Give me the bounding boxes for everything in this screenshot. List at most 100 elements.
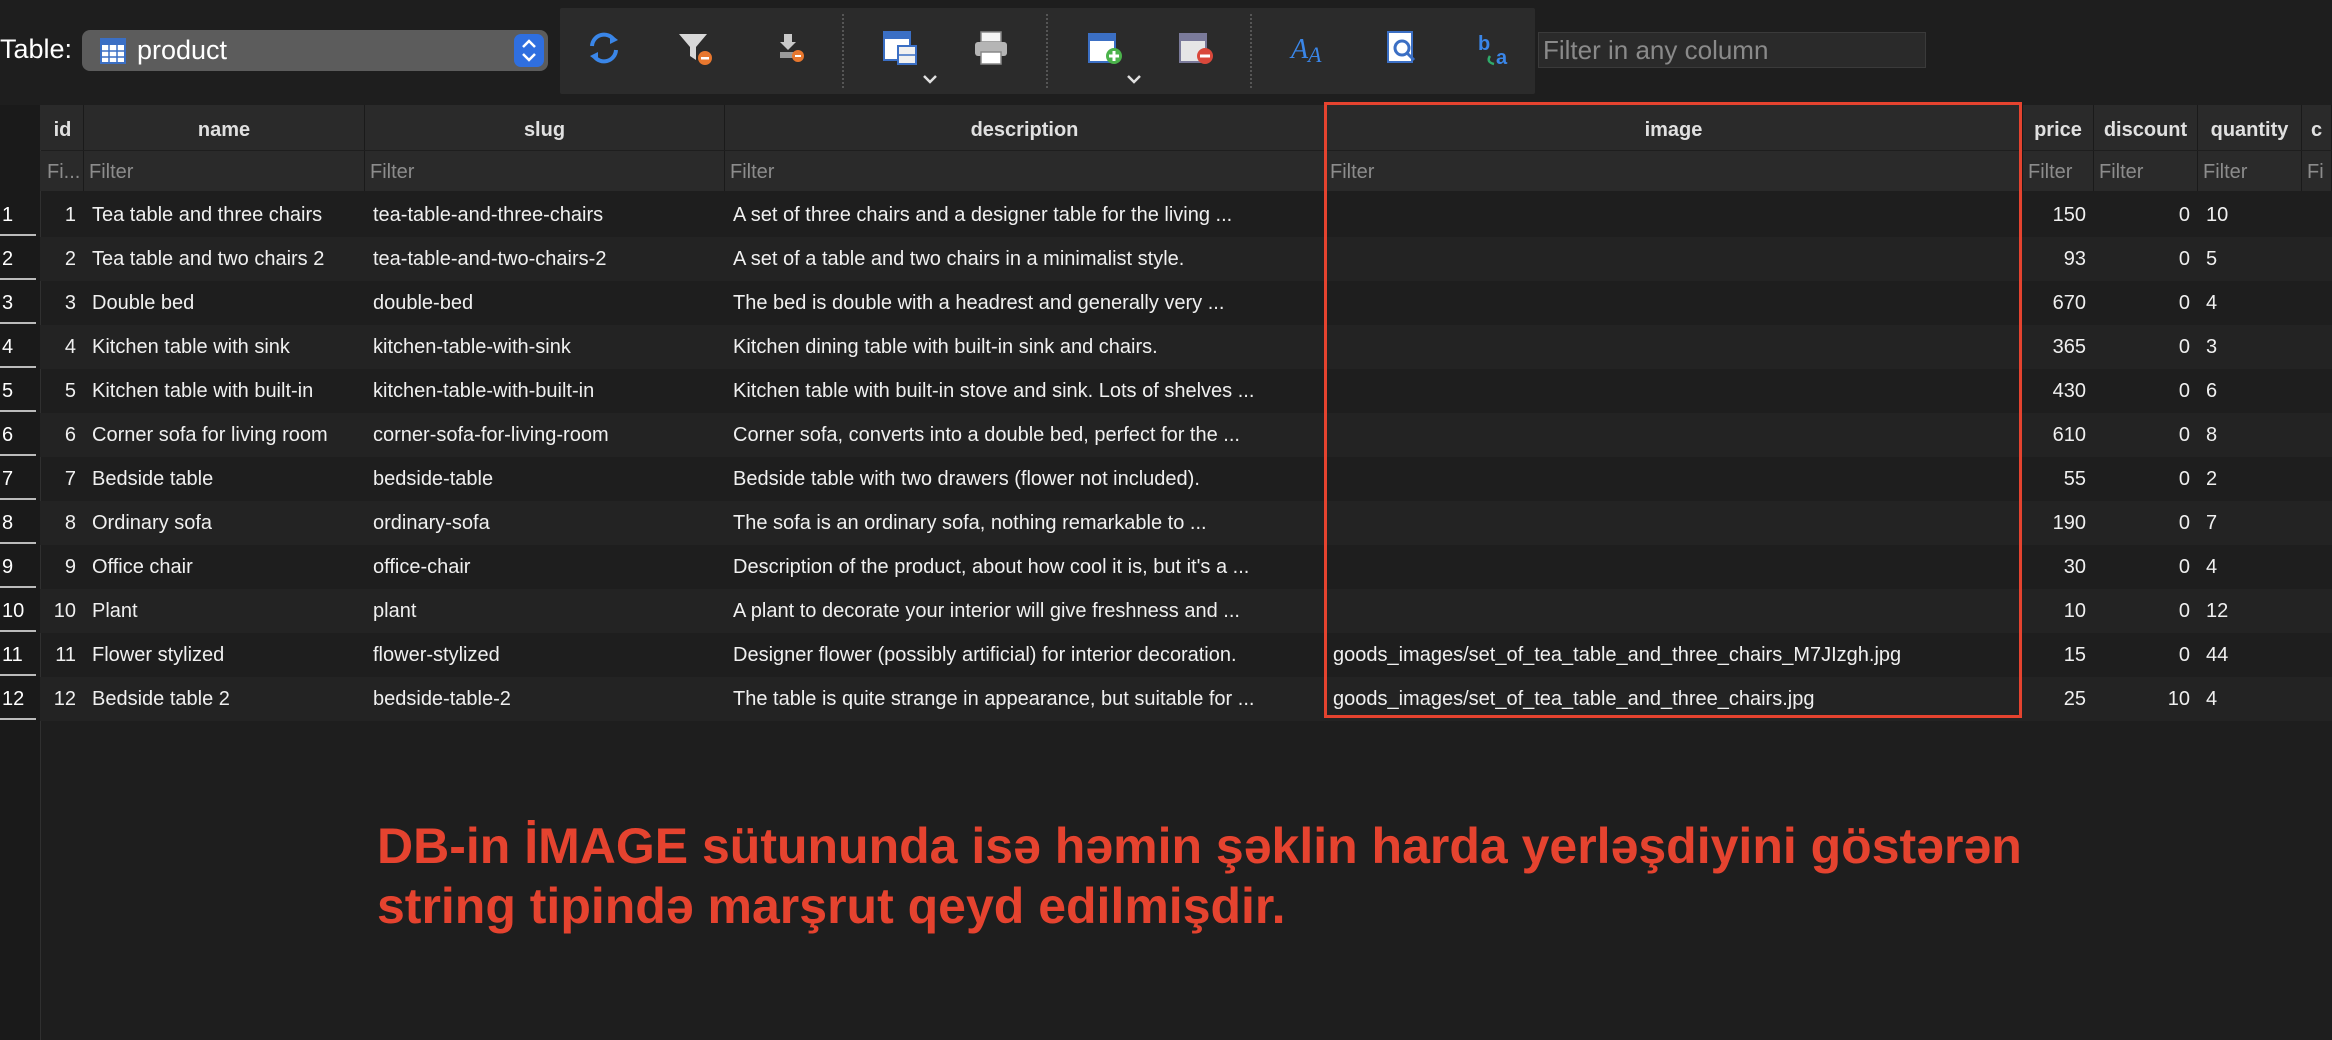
cell-price[interactable]: 610: [2023, 413, 2094, 457]
cell-discount[interactable]: 10: [2094, 677, 2198, 721]
row-number[interactable]: 10: [0, 589, 36, 632]
cell-slug[interactable]: tea-table-and-two-chairs-2: [365, 237, 725, 281]
cell-slug[interactable]: tea-table-and-three-chairs: [365, 193, 725, 237]
cell-image[interactable]: [1325, 589, 2023, 633]
replace-icon[interactable]: ba: [1476, 28, 1516, 69]
row-number[interactable]: 3: [0, 281, 36, 324]
cell-description[interactable]: The table is quite strange in appearance…: [725, 677, 1325, 721]
font-icon[interactable]: AA: [1288, 28, 1328, 68]
column-header-quantity[interactable]: quantity: [2198, 105, 2302, 150]
cell-price[interactable]: 30: [2023, 545, 2094, 589]
clear-filters-icon[interactable]: [675, 28, 715, 68]
cell-name[interactable]: Tea table and two chairs 2: [84, 237, 365, 281]
row-number[interactable]: 9: [0, 545, 36, 588]
cell-price[interactable]: 150: [2023, 193, 2094, 237]
cell-id[interactable]: 9: [42, 545, 84, 589]
cell-discount[interactable]: 0: [2094, 589, 2198, 633]
cell-name[interactable]: Corner sofa for living room: [84, 413, 365, 457]
cell-id[interactable]: 7: [42, 457, 84, 501]
cell-name[interactable]: Bedside table 2: [84, 677, 365, 721]
find-icon[interactable]: [1382, 28, 1422, 68]
delete-filter-icon[interactable]: [770, 28, 810, 68]
cell-discount[interactable]: 0: [2094, 193, 2198, 237]
row-number[interactable]: 7: [0, 457, 36, 500]
cell-slug[interactable]: bedside-table: [365, 457, 725, 501]
cell-description[interactable]: Kitchen table with built-in stove and si…: [725, 369, 1325, 413]
cell-image[interactable]: [1325, 413, 2023, 457]
row-number[interactable]: 11: [0, 633, 36, 676]
print-icon[interactable]: [971, 28, 1011, 68]
row-number[interactable]: 5: [0, 369, 36, 412]
column-header-image[interactable]: image: [1325, 105, 2023, 150]
cell-image[interactable]: [1325, 457, 2023, 501]
cell-slug[interactable]: kitchen-table-with-sink: [365, 325, 725, 369]
filter-input-next[interactable]: Fi: [2302, 151, 2332, 191]
cell-quantity[interactable]: 6: [2198, 369, 2302, 413]
cell-image[interactable]: [1325, 193, 2023, 237]
cell-price[interactable]: 190: [2023, 501, 2094, 545]
row-number[interactable]: 8: [0, 501, 36, 544]
column-header-name[interactable]: name: [84, 105, 365, 150]
cell-quantity[interactable]: 8: [2198, 413, 2302, 457]
cell-price[interactable]: 25: [2023, 677, 2094, 721]
row-number[interactable]: 4: [0, 325, 36, 368]
filter-input-id[interactable]: Fi...: [42, 151, 84, 191]
cell-description[interactable]: A set of three chairs and a designer tab…: [725, 193, 1325, 237]
table-row[interactable]: 12 Bedside table 2 bedside-table-2 The tabl…: [40, 677, 2332, 721]
cell-quantity[interactable]: 12: [2198, 589, 2302, 633]
cell-price[interactable]: 430: [2023, 369, 2094, 413]
filter-input-image[interactable]: Filter: [1325, 151, 2023, 191]
cell-price[interactable]: 15: [2023, 633, 2094, 677]
cell-image[interactable]: [1325, 281, 2023, 325]
table-select[interactable]: product: [82, 30, 548, 71]
column-header-next[interactable]: c: [2302, 105, 2332, 150]
cell-quantity[interactable]: 4: [2198, 545, 2302, 589]
cell-quantity[interactable]: 3: [2198, 325, 2302, 369]
cell-quantity[interactable]: 7: [2198, 501, 2302, 545]
cell-description[interactable]: Designer flower (possibly artificial) fo…: [725, 633, 1325, 677]
filter-any-column-input[interactable]: Filter in any column: [1538, 32, 1926, 68]
table-row[interactable]: 3 Double bed double-bed The bed is double w…: [40, 281, 2332, 325]
cell-discount[interactable]: 0: [2094, 501, 2198, 545]
cell-name[interactable]: Tea table and three chairs: [84, 193, 365, 237]
cell-name[interactable]: Ordinary sofa: [84, 501, 365, 545]
cell-name[interactable]: Flower stylized: [84, 633, 365, 677]
delete-record-icon[interactable]: [1176, 28, 1216, 68]
cell-id[interactable]: 4: [42, 325, 84, 369]
filter-input-quantity[interactable]: Filter: [2198, 151, 2302, 191]
table-row[interactable]: 7 Bedside table bedside-table Bedside table…: [40, 457, 2332, 501]
cell-description[interactable]: Kitchen dining table with built-in sink …: [725, 325, 1325, 369]
column-header-id[interactable]: id: [42, 105, 84, 150]
table-row[interactable]: 2 Tea table and two chairs 2 tea-table-and…: [40, 237, 2332, 281]
cell-discount[interactable]: 0: [2094, 413, 2198, 457]
cell-id[interactable]: 10: [42, 589, 84, 633]
cell-price[interactable]: 670: [2023, 281, 2094, 325]
cell-quantity[interactable]: 4: [2198, 281, 2302, 325]
filter-input-name[interactable]: Filter: [84, 151, 365, 191]
cell-price[interactable]: 365: [2023, 325, 2094, 369]
cell-price[interactable]: 93: [2023, 237, 2094, 281]
cell-image[interactable]: [1325, 501, 2023, 545]
cell-image[interactable]: [1325, 325, 2023, 369]
cell-name[interactable]: Office chair: [84, 545, 365, 589]
filter-input-price[interactable]: Filter: [2023, 151, 2094, 191]
cell-id[interactable]: 2: [42, 237, 84, 281]
row-number[interactable]: 1: [0, 193, 36, 236]
cell-description[interactable]: Bedside table with two drawers (flower n…: [725, 457, 1325, 501]
cell-id[interactable]: 5: [42, 369, 84, 413]
cell-discount[interactable]: 0: [2094, 237, 2198, 281]
row-number[interactable]: 12: [0, 677, 36, 720]
row-number[interactable]: 2: [0, 237, 36, 280]
cell-id[interactable]: 1: [42, 193, 84, 237]
cell-discount[interactable]: 0: [2094, 633, 2198, 677]
cell-name[interactable]: Double bed: [84, 281, 365, 325]
table-row[interactable]: 8 Ordinary sofa ordinary-sofa The sofa is a…: [40, 501, 2332, 545]
cell-description[interactable]: Description of the product, about how co…: [725, 545, 1325, 589]
cell-discount[interactable]: 0: [2094, 369, 2198, 413]
cell-slug[interactable]: double-bed: [365, 281, 725, 325]
table-row[interactable]: 1 Tea table and three chairs tea-table-and…: [40, 193, 2332, 237]
chevron-down-icon[interactable]: [920, 72, 940, 86]
cell-discount[interactable]: 0: [2094, 281, 2198, 325]
cell-name[interactable]: Kitchen table with built-in: [84, 369, 365, 413]
cell-description[interactable]: A set of a table and two chairs in a min…: [725, 237, 1325, 281]
